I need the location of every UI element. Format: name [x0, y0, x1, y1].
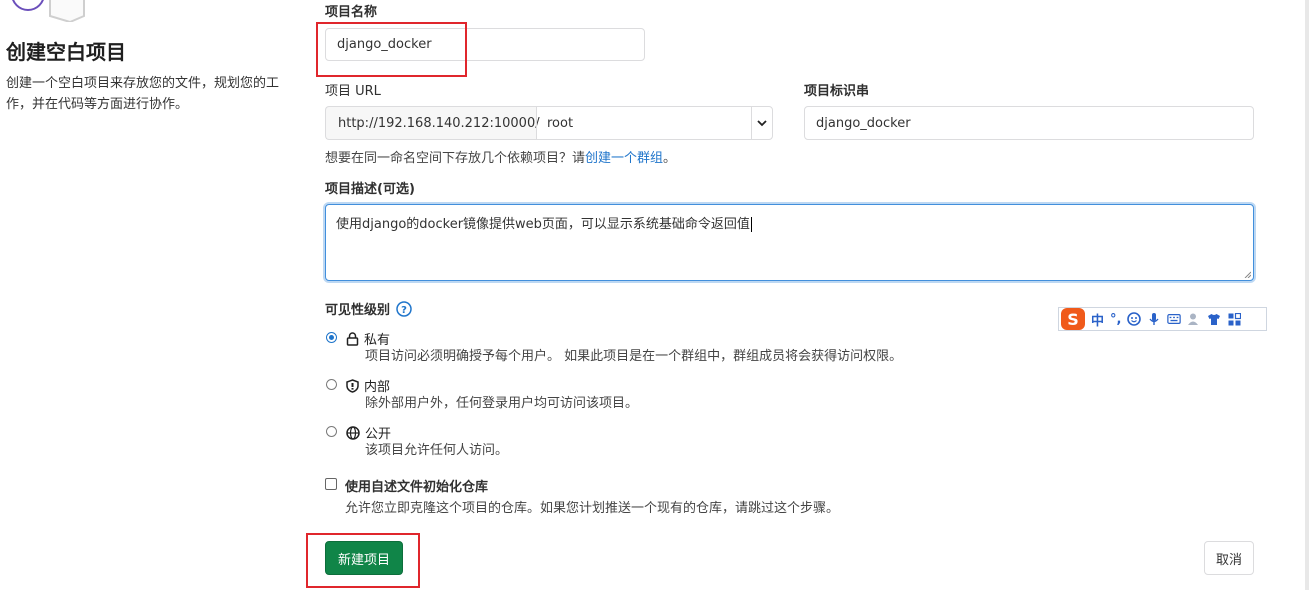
microphone-icon[interactable] — [1147, 312, 1161, 326]
shield-icon — [346, 378, 359, 393]
chevron-down-icon[interactable] — [751, 107, 772, 139]
readme-label[interactable]: 使用自述文件初始化仓库 — [345, 476, 488, 495]
url-prefix: http://192.168.140.212:10000/ — [325, 106, 540, 140]
description-label: 项目描述(可选) — [325, 182, 415, 197]
visibility-private-desc: 项目访问必须明确授予每个用户。 如果此项目是在一个群组中，群组成员将会获得访问权… — [365, 349, 903, 364]
ime-toolbar[interactable]: S 中 °, — [1058, 307, 1267, 331]
svg-text:?: ? — [401, 305, 407, 316]
description-textarea[interactable]: 使用django的docker镜像提供web页面，可以显示系统基础命令返回值 — [325, 204, 1254, 281]
visibility-private-radio[interactable] — [326, 332, 337, 343]
readme-desc: 允许您立即克隆这个项目的仓库。如果您计划推送一个现有的仓库，请跳过这个步骤。 — [345, 501, 840, 516]
visibility-internal-radio[interactable] — [326, 379, 337, 390]
namespace-select[interactable]: root — [536, 106, 773, 140]
sogou-logo-icon[interactable]: S — [1061, 308, 1085, 330]
toolbox-icon[interactable] — [1227, 312, 1241, 326]
ime-punct-toggle[interactable]: °, — [1110, 312, 1121, 327]
project-slug-input[interactable]: django_docker — [804, 106, 1254, 140]
description-value: 使用django的docker镜像提供web页面，可以显示系统基础命令返回值 — [336, 217, 750, 232]
visibility-heading: 可见性级别 ? — [325, 299, 412, 318]
highlight-project-name — [316, 22, 467, 77]
globe-icon — [346, 425, 360, 440]
visibility-public-desc: 该项目允许任何人访问。 — [365, 443, 509, 458]
skin-icon[interactable] — [1207, 312, 1221, 326]
group-hint: 想要在同一命名空间下存放几个依赖项目？请创建一个群组。 — [325, 147, 676, 166]
keyboard-icon[interactable] — [1167, 312, 1182, 326]
visibility-public-radio[interactable] — [326, 426, 337, 437]
namespace-value: root — [547, 115, 574, 131]
visibility-internal-desc: 除外部用户外，任何登录用户均可访问该项目。 — [365, 396, 639, 411]
project-url-label: 项目 URL — [325, 84, 381, 99]
create-group-link[interactable]: 创建一个群组 — [585, 151, 663, 166]
project-name-label: 项目名称 — [325, 5, 378, 20]
visibility-label: 可见性级别 — [325, 303, 391, 318]
highlight-create-button — [306, 533, 420, 588]
emoji-icon[interactable] — [1127, 312, 1142, 326]
project-url-group: http://192.168.140.212:10000/ root — [325, 106, 773, 140]
project-illustration — [0, 0, 100, 24]
page-title: 创建空白项目 — [6, 40, 126, 64]
help-icon[interactable]: ? — [396, 300, 412, 317]
group-hint-prefix: 想要在同一命名空间下存放几个依赖项目？请 — [325, 151, 586, 166]
ime-mode-toggle[interactable]: 中 — [1091, 310, 1104, 329]
lock-icon — [346, 331, 359, 346]
user-icon[interactable] — [1187, 312, 1201, 326]
group-hint-suffix: 。 — [663, 151, 677, 166]
page-scrollbar[interactable] — [1305, 0, 1309, 590]
project-slug-value: django_docker — [816, 115, 911, 131]
page-description: 创建一个空白项目来存放您的文件，规划您的工作，并在代码等方面进行协作。 — [6, 76, 280, 112]
readme-checkbox[interactable] — [325, 478, 337, 490]
cancel-button[interactable]: 取消 — [1204, 541, 1254, 575]
resize-handle-icon[interactable] — [1243, 270, 1251, 278]
project-slug-label: 项目标识串 — [804, 84, 870, 99]
